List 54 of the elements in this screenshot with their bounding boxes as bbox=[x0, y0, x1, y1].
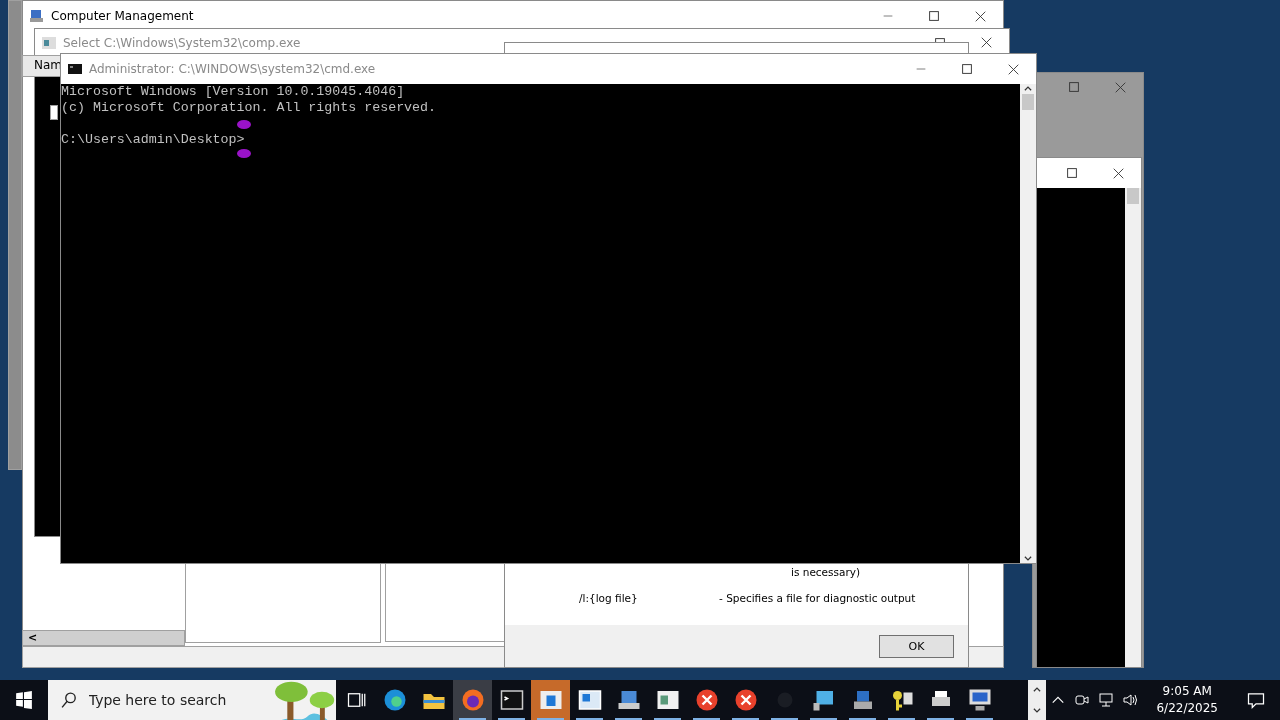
notification-icon bbox=[1246, 690, 1266, 710]
console-line: Microsoft Windows [Version 10.0.19045.4046] bbox=[61, 84, 406, 100]
scroll-left-arrow[interactable]: < bbox=[28, 631, 38, 644]
computer-management-icon bbox=[29, 8, 45, 24]
search-icon bbox=[60, 691, 77, 709]
fox-browser-icon bbox=[460, 688, 485, 712]
close-icon bbox=[1112, 167, 1124, 179]
terminal-icon bbox=[499, 688, 524, 712]
computer-icon bbox=[616, 688, 641, 712]
clock-date[interactable]: 6/22/2025 bbox=[1156, 700, 1218, 717]
camera-icon bbox=[1074, 692, 1091, 708]
scroll-bar[interactable] bbox=[1020, 84, 1036, 563]
window-title: Computer Management bbox=[51, 9, 194, 23]
text-cursor bbox=[50, 105, 58, 120]
monitor-icon bbox=[967, 688, 992, 712]
terminal-icon bbox=[67, 61, 83, 77]
maximize-icon bbox=[1069, 82, 1079, 92]
close-icon bbox=[1114, 81, 1126, 93]
taskbar-scroll[interactable] bbox=[1028, 680, 1047, 720]
option-text: /l:{log file} bbox=[579, 592, 638, 604]
command-prompt: C:\Users\admin\Desktop> bbox=[61, 132, 246, 148]
task-view-icon bbox=[345, 690, 366, 710]
search-input[interactable]: Type here to search bbox=[86, 691, 261, 709]
description-text: - Specifies a file for diagnostic output bbox=[719, 592, 916, 604]
close-icon bbox=[980, 37, 992, 48]
scroll-thumb[interactable] bbox=[1127, 188, 1139, 204]
clock-time[interactable]: 9:05 AM bbox=[1162, 683, 1212, 700]
scroll-bar[interactable] bbox=[22, 630, 185, 646]
console-icon bbox=[41, 34, 57, 51]
close-icon bbox=[1007, 63, 1019, 75]
search-field[interactable]: Type here to search bbox=[48, 680, 336, 720]
pointer-marker bbox=[237, 149, 251, 158]
ok-button[interactable]: OK bbox=[879, 634, 954, 658]
pointer-marker bbox=[237, 120, 251, 129]
document-icon bbox=[655, 688, 680, 712]
error-icon bbox=[733, 688, 758, 712]
window-app-icon bbox=[577, 688, 602, 712]
scroll-thumb[interactable] bbox=[1022, 94, 1034, 110]
monitor-icon bbox=[811, 688, 836, 712]
maximize-icon bbox=[1067, 168, 1077, 178]
close-icon bbox=[974, 10, 986, 22]
maximize-icon bbox=[962, 64, 972, 74]
window-title: Select C:\Windows\System32\comp.exe bbox=[63, 35, 301, 50]
maximize-icon bbox=[929, 11, 939, 21]
window-title: Administrator: C:\WINDOWS\system32\cmd.exe bbox=[89, 62, 376, 76]
description-text: is necessary) bbox=[791, 566, 861, 578]
windows-logo-icon bbox=[15, 691, 33, 709]
browser-icon bbox=[382, 688, 407, 712]
volume-icon bbox=[1122, 692, 1139, 708]
window-app-icon bbox=[538, 688, 563, 712]
error-icon bbox=[694, 688, 719, 712]
network-icon bbox=[1098, 692, 1115, 708]
console-line: (c) Microsoft Corporation. All rights reserved. bbox=[61, 100, 438, 116]
list-header bbox=[22, 55, 62, 77]
